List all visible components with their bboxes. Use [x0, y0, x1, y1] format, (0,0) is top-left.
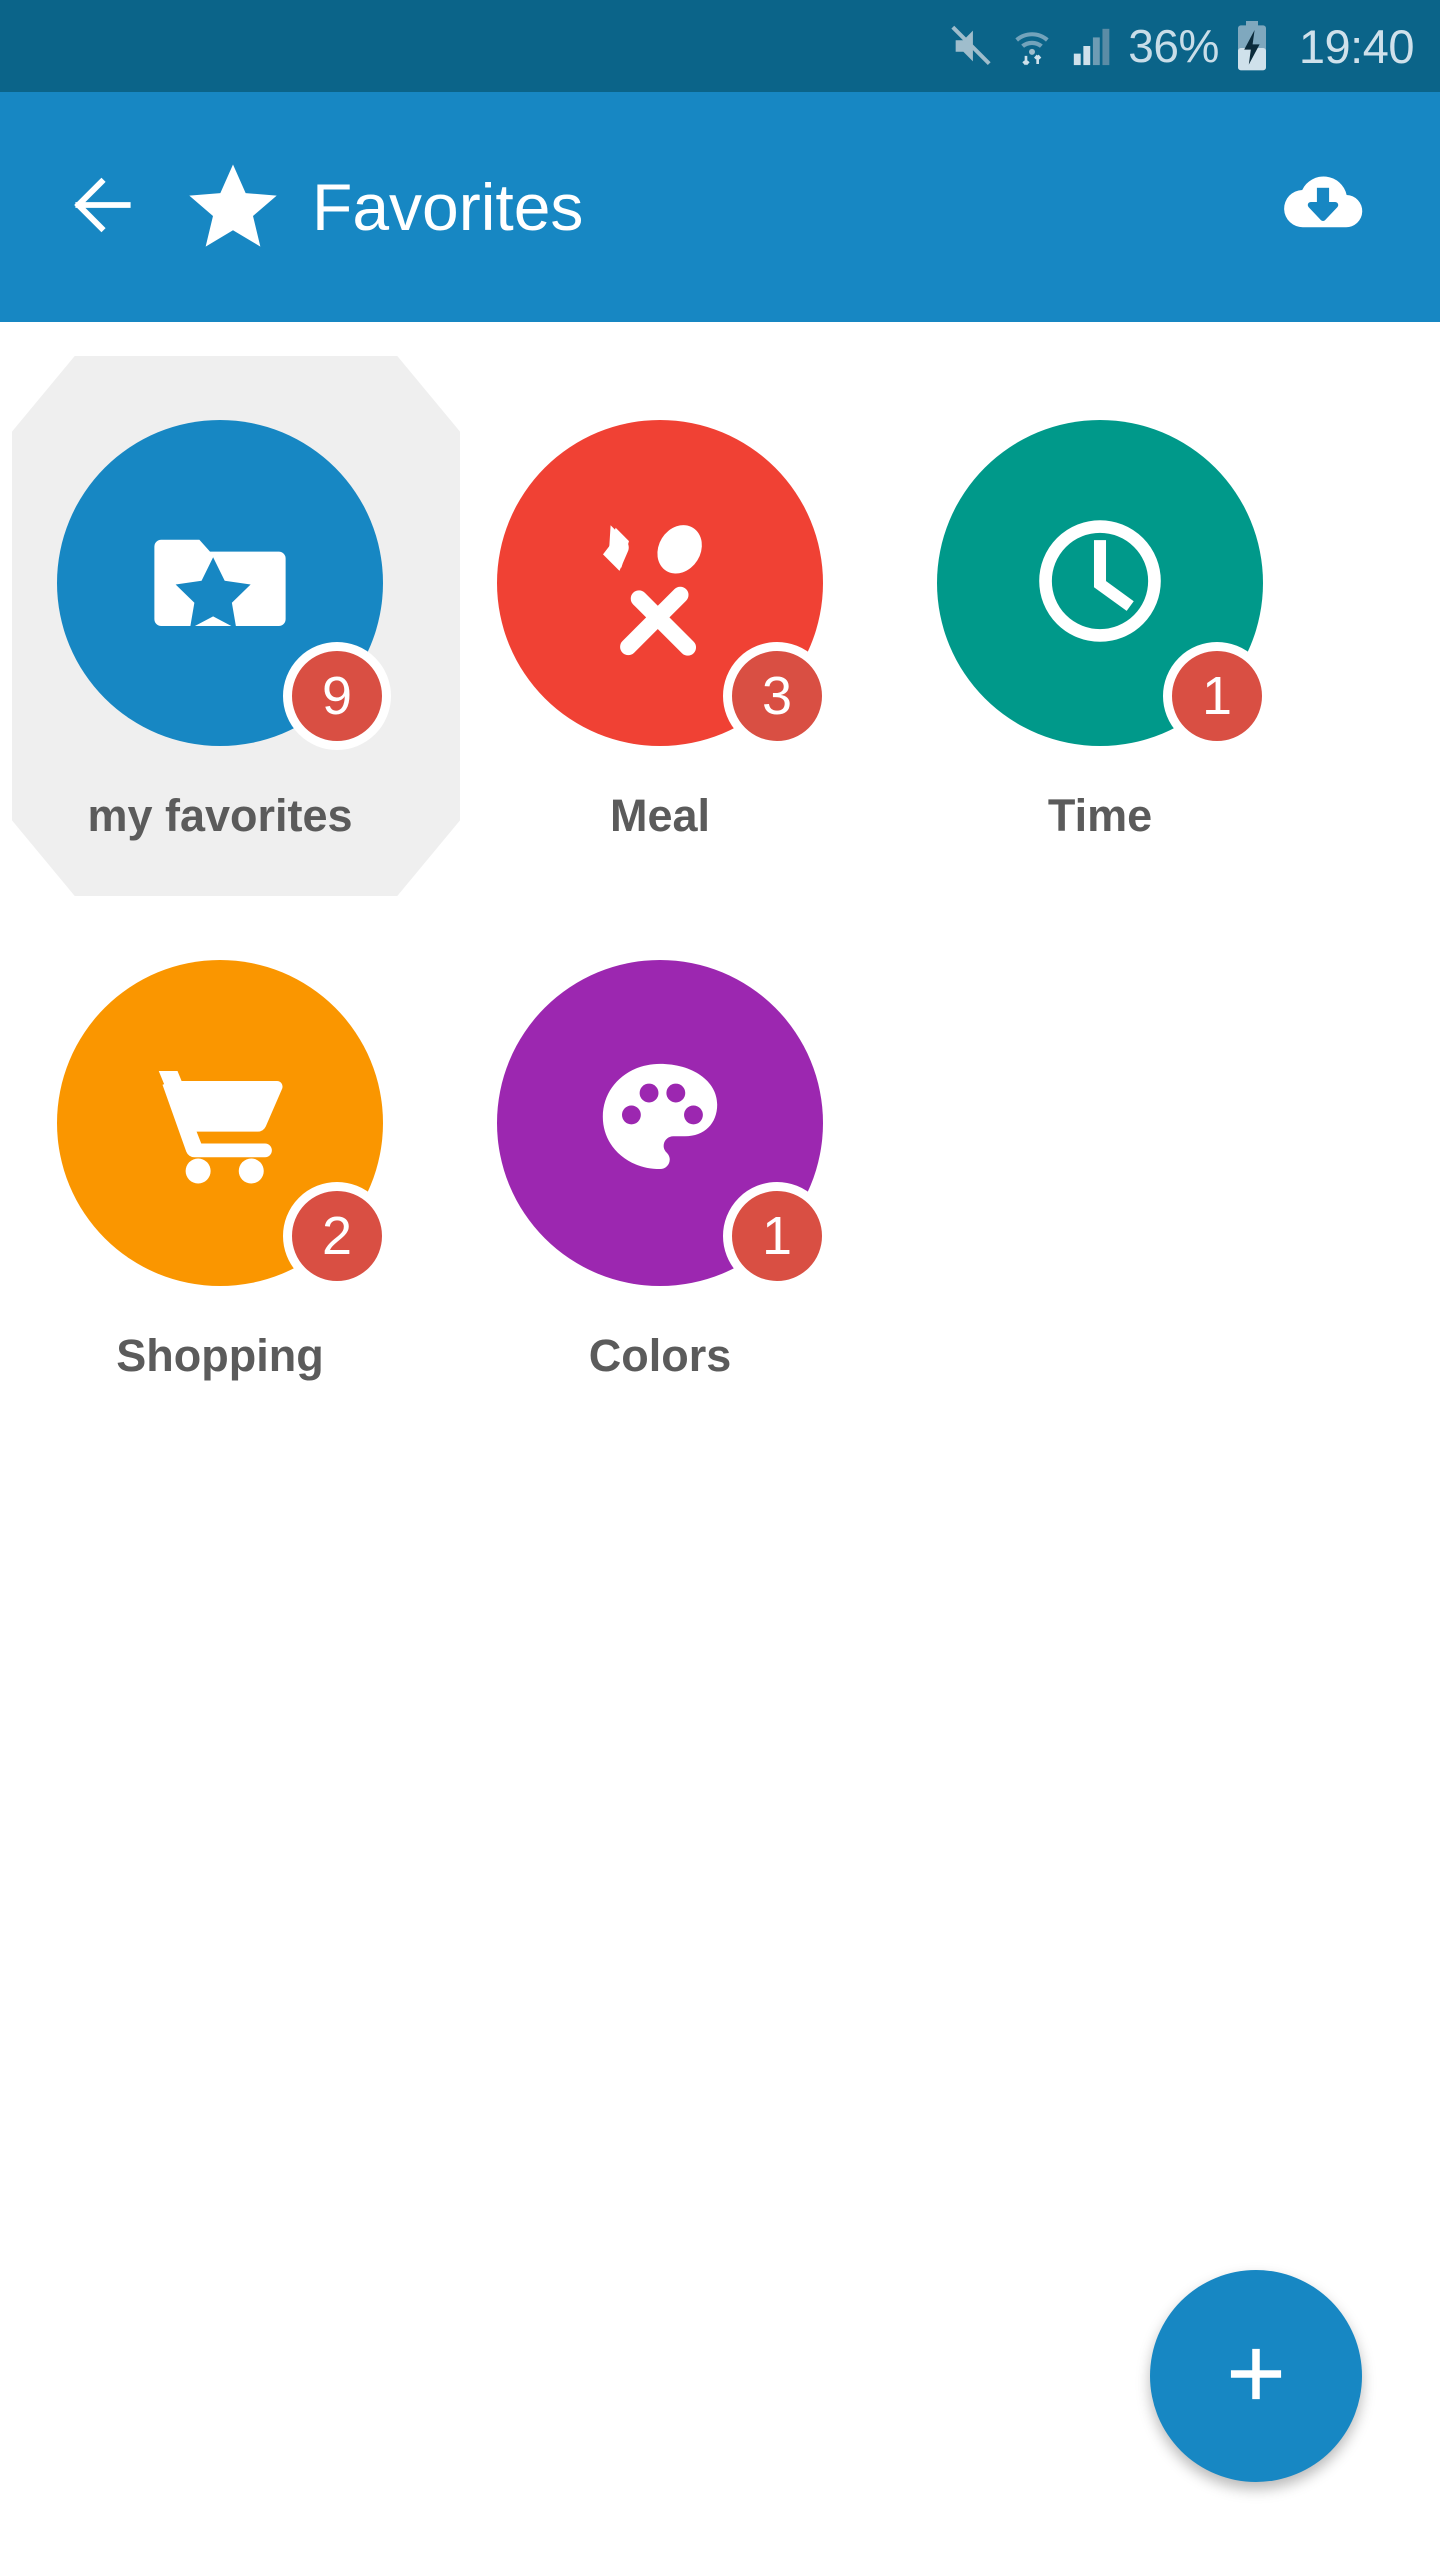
status-bar-icons: 36% 19:40: [948, 19, 1415, 73]
tile-icon-wrap: 1: [497, 960, 831, 1290]
folder-star-icon: [145, 506, 295, 661]
app-bar: Favorites: [0, 92, 1440, 322]
tile-label: Time: [1047, 790, 1153, 841]
status-bar: 36% 19:40: [0, 0, 1440, 92]
tile-badge: 9: [283, 642, 391, 750]
signal-icon: [1070, 25, 1112, 67]
download-button[interactable]: [1268, 152, 1378, 262]
plus-icon: [1213, 2331, 1299, 2422]
tile-icon-wrap: 3: [497, 420, 831, 750]
page-title: Favorites: [312, 170, 584, 244]
tile-icon-wrap: 1: [937, 420, 1271, 750]
grid-tile-shopping[interactable]: 2 Shopping: [0, 904, 440, 1444]
mute-icon: [948, 23, 994, 69]
grid-tile-my-favorites[interactable]: 9 my favorites: [0, 364, 440, 904]
tile-badge: 2: [283, 1182, 391, 1290]
tile-badge: 3: [723, 642, 831, 750]
grid-tile-colors[interactable]: 1 Colors: [440, 904, 880, 1444]
cloud-download-icon: [1280, 162, 1366, 253]
tile-icon-wrap: 2: [57, 960, 391, 1290]
tile-label: Shopping: [116, 1330, 324, 1381]
tile-badge: 1: [1163, 642, 1271, 750]
tile-icon-wrap: 9: [57, 420, 391, 750]
grid-tile-time[interactable]: 1 Time: [880, 364, 1320, 904]
wifi-icon: [1010, 23, 1054, 69]
tile-label: my favorites: [87, 790, 353, 841]
tile-label: Colors: [588, 1330, 732, 1381]
tile-badge: 1: [723, 1182, 831, 1290]
grid-tile-meal[interactable]: 3 Meal: [440, 364, 880, 904]
tile-label: Meal: [609, 790, 711, 841]
clock-label: 19:40: [1298, 19, 1415, 73]
add-fab-button[interactable]: [1150, 2270, 1362, 2482]
back-arrow-icon: [66, 168, 140, 247]
clock-icon: [1024, 505, 1176, 662]
battery-percent-label: 36%: [1128, 20, 1219, 72]
cutlery-icon: [584, 505, 736, 662]
shopping-cart-icon: [145, 1046, 295, 1201]
favorites-grid: 9 my favorites 3 Meal 1 Time 2 Shopping …: [0, 364, 1440, 1444]
content-area: 9 my favorites 3 Meal 1 Time 2 Shopping …: [0, 322, 1440, 2560]
battery-charging-icon: [1235, 21, 1269, 71]
favorites-star-icon: [184, 158, 282, 256]
back-button[interactable]: [48, 152, 158, 262]
palette-icon: [587, 1048, 733, 1199]
